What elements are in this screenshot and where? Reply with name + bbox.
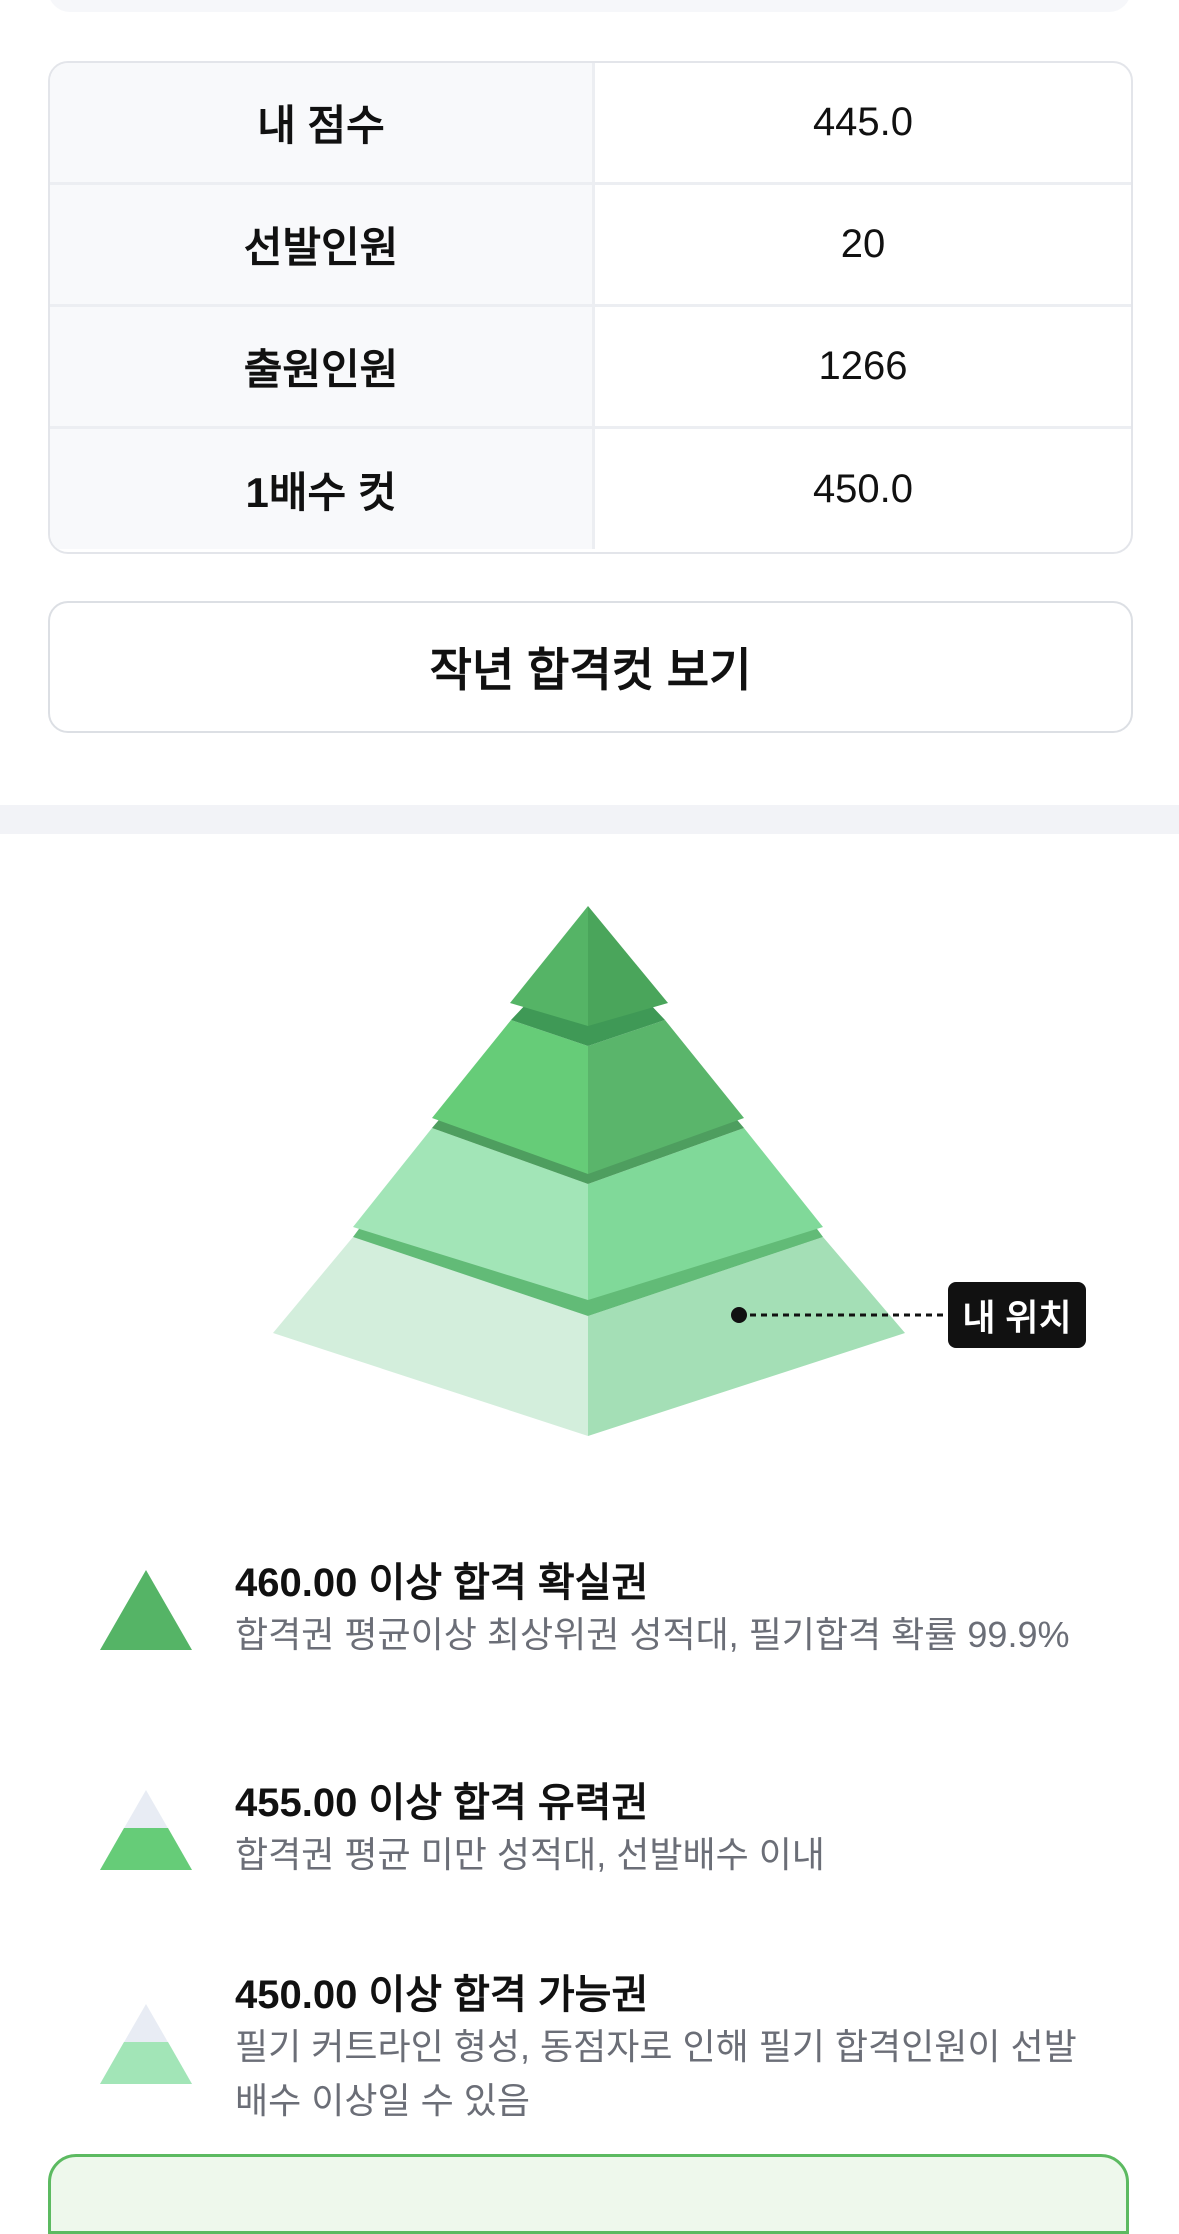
triangle-mid-icon	[100, 1790, 192, 1870]
table-row: 1배수 컷 450.0	[50, 429, 1131, 549]
section-divider	[0, 805, 1179, 834]
applicant-count-label: 출원인원	[50, 307, 595, 426]
last-year-cutline-button[interactable]: 작년 합격컷 보기	[48, 601, 1133, 733]
selection-count-label: 선발인원	[50, 185, 595, 304]
score-info-table: 내 점수 445.0 선발인원 20 출원인원 1266 1배수 컷 450.0	[48, 61, 1133, 554]
triangle-full-icon	[100, 1570, 192, 1650]
table-row: 선발인원 20	[50, 185, 1131, 307]
table-row: 내 점수 445.0	[50, 63, 1131, 185]
my-position-label: 내 위치	[948, 1282, 1086, 1348]
legend-description: 합격권 평균이상 최상위권 성적대, 필기합격 확률 99.9%	[235, 1614, 1070, 1655]
pyramid-tier-1-left	[510, 906, 588, 1026]
cutline-value: 450.0	[812, 466, 914, 511]
legend-title: 450.00 이상 합격 가능권	[235, 1973, 649, 2017]
legend-description: 필기 커트라인 형성, 동점자로 인해 필기 합격인원이 선발배수 이상일 수 …	[235, 2026, 1077, 2121]
pyramid-chart	[273, 906, 948, 1436]
cutline-label: 1배수 컷	[50, 429, 595, 549]
my-score-value: 445.0	[812, 100, 914, 144]
pyramid-tier-1-right	[588, 906, 668, 1026]
next-card-edge	[48, 2154, 1129, 2234]
legend-description: 합격권 평균 미만 성적대, 선발배수 이내	[235, 1834, 825, 1875]
legend-title: 455.00 이상 합격 유력권	[235, 1781, 649, 1825]
triangle-low-icon	[100, 2004, 192, 2084]
table-row: 출원인원 1266	[50, 307, 1131, 429]
legend-title: 460.00 이상 합격 확실권	[235, 1561, 649, 1605]
applicant-count-value: 1266	[818, 344, 908, 388]
my-score-label: 내 점수	[50, 63, 595, 182]
selection-count-value: 20	[840, 222, 886, 266]
previous-card-edge	[48, 0, 1131, 12]
